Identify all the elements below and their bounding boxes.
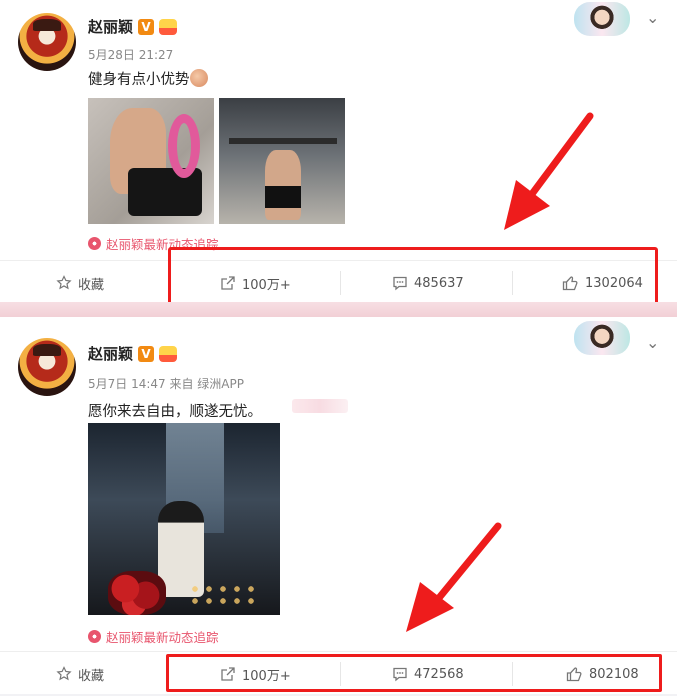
chevron-down-icon[interactable]: ⌄ — [646, 8, 659, 27]
section-divider — [0, 302, 677, 317]
tracking-link[interactable]: 赵丽颖最新动态追踪 — [88, 627, 219, 646]
member-crown-icon — [159, 18, 178, 35]
tracking-flower-icon — [88, 237, 101, 250]
post-image-1[interactable] — [88, 98, 214, 224]
name-row: 赵丽颖 V — [88, 343, 178, 364]
favorite-label: 收藏 — [78, 277, 105, 293]
weibo-post-1: 赵丽颖 V 5月28日 21:27 健身有点小优势 赵丽颖最新动态追踪 ⌄ 收藏… — [0, 0, 677, 308]
post-image-1[interactable] — [88, 423, 280, 615]
star-icon — [56, 666, 72, 681]
post-image-2[interactable] — [219, 98, 345, 224]
highlight-box — [166, 654, 662, 692]
tracking-label: 赵丽颖最新动态追踪 — [106, 630, 219, 645]
member-crown-icon — [159, 345, 178, 362]
card-decoration — [574, 321, 630, 355]
verified-v-icon: V — [138, 18, 155, 35]
post-text-content: 健身有点小优势 — [88, 72, 190, 88]
tracking-flower-icon — [88, 630, 101, 643]
post-meta[interactable]: 5月28日 21:27 — [88, 46, 173, 63]
post-text: 愿你来去自由，顺遂无忧。 — [88, 404, 262, 420]
highlight-box — [168, 247, 658, 308]
star-icon — [56, 275, 72, 290]
post-meta[interactable]: 5月7日 14:47 来自 绿洲APP — [88, 375, 244, 392]
post-text: 健身有点小优势 — [88, 68, 208, 89]
username[interactable]: 赵丽颖 — [88, 16, 133, 37]
verified-v-icon: V — [138, 345, 155, 362]
blurred-region — [292, 399, 348, 413]
name-row: 赵丽颖 V — [88, 16, 178, 37]
weibo-post-2: 赵丽颖 V 5月7日 14:47 来自 绿洲APP 愿你来去自由，顺遂无忧。 赵… — [0, 317, 677, 694]
favorite-button[interactable]: 收藏 — [56, 652, 104, 696]
card-decoration — [574, 2, 630, 36]
avatar[interactable] — [18, 338, 76, 396]
muscle-emoji-icon — [189, 69, 208, 87]
username[interactable]: 赵丽颖 — [88, 343, 133, 364]
favorite-label: 收藏 — [78, 668, 105, 684]
chevron-down-icon[interactable]: ⌄ — [646, 333, 659, 352]
avatar[interactable] — [18, 13, 76, 71]
favorite-button[interactable]: 收藏 — [56, 261, 104, 305]
